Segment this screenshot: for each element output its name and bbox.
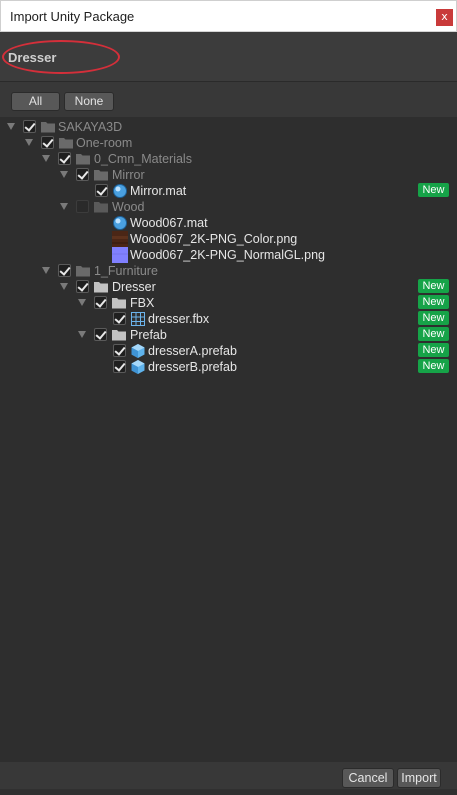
tree-item-label: Dresser [112, 280, 156, 294]
tree-row: Prefab New [0, 327, 457, 343]
folder-icon [93, 199, 109, 215]
normal-map-thumbnail-icon [112, 247, 128, 263]
tree-row: SAKAYA3D [0, 119, 457, 135]
material-sphere-icon [112, 215, 128, 231]
folder-icon [93, 167, 109, 183]
folder-icon [93, 279, 109, 295]
checkbox[interactable] [113, 344, 126, 357]
expand-arrow-icon[interactable] [7, 123, 15, 130]
tree-item-label: dresserA.prefab [148, 344, 237, 358]
tree-item-label: SAKAYA3D [58, 120, 123, 134]
window-title: Import Unity Package [10, 9, 135, 24]
expand-arrow-icon[interactable] [60, 283, 68, 290]
tree-item-label: Prefab [130, 328, 167, 342]
folder-icon [75, 263, 91, 279]
tree-row: One-room [0, 135, 457, 151]
select-all-button[interactable]: All [11, 92, 60, 111]
package-header: Dresser [0, 32, 457, 82]
folder-icon [111, 295, 127, 311]
tree-row: Wood [0, 199, 457, 215]
checkbox[interactable] [58, 152, 71, 165]
checkbox[interactable] [76, 168, 89, 181]
material-sphere-icon [112, 183, 128, 199]
tree-item-label: Wood067_2K-PNG_NormalGL.png [130, 248, 326, 262]
checkbox[interactable] [94, 328, 107, 341]
tree-item-label: dresserB.prefab [148, 360, 237, 374]
folder-icon [40, 119, 56, 135]
tree-item-label: Wood067.mat [130, 216, 208, 230]
checkbox[interactable] [41, 136, 54, 149]
expand-arrow-icon[interactable] [42, 155, 50, 162]
new-badge: New [418, 183, 449, 197]
new-badge: New [418, 359, 449, 373]
checkbox[interactable] [23, 120, 36, 133]
expand-arrow-icon[interactable] [42, 267, 50, 274]
tree-row: dresser.fbx New [0, 311, 457, 327]
folder-icon [58, 135, 74, 151]
checkbox[interactable] [76, 200, 89, 213]
tree-item-label: dresser.fbx [148, 312, 210, 326]
tree-item-label: Wood067_2K-PNG_Color.png [130, 232, 298, 246]
checkbox[interactable] [58, 264, 71, 277]
tree-row: dresserA.prefab New [0, 343, 457, 359]
tree-row: Wood067_2K-PNG_Color.png [0, 231, 457, 247]
import-button[interactable]: Import [397, 768, 441, 788]
new-badge: New [418, 327, 449, 341]
tree-row: Wood067_2K-PNG_NormalGL.png [0, 247, 457, 263]
expand-arrow-icon[interactable] [25, 139, 33, 146]
tree-row: Mirror [0, 167, 457, 183]
tree-item-label: FBX [130, 296, 155, 310]
new-badge: New [418, 295, 449, 309]
tree-item-label: Mirror [112, 168, 145, 182]
tree-item-label: Wood [112, 200, 145, 214]
expand-arrow-icon[interactable] [60, 203, 68, 210]
tree-row: Wood067.mat [0, 215, 457, 231]
tree-item-label: 0_Cmn_Materials [94, 152, 192, 166]
folder-icon [111, 327, 127, 343]
checkbox[interactable] [94, 296, 107, 309]
expand-arrow-icon[interactable] [60, 171, 68, 178]
expand-arrow-icon[interactable] [78, 299, 86, 306]
new-badge: New [418, 343, 449, 357]
tree-item-label: 1_Furniture [94, 264, 158, 278]
selection-toolbar: All None [0, 82, 457, 118]
new-badge: New [418, 311, 449, 325]
package-tree: SAKAYA3D One-room 0_Cmn_Materials Mirror… [0, 117, 457, 762]
model-mesh-icon [130, 311, 146, 327]
checkbox[interactable] [76, 280, 89, 293]
checkbox[interactable] [113, 360, 126, 373]
highlight-ellipse [2, 40, 120, 74]
tree-item-label: Mirror.mat [130, 184, 187, 198]
expand-arrow-icon[interactable] [78, 331, 86, 338]
tree-row: Mirror.mat New [0, 183, 457, 199]
folder-icon [75, 151, 91, 167]
cancel-button[interactable]: Cancel [342, 768, 394, 788]
checkbox[interactable] [113, 312, 126, 325]
texture-thumbnail-icon [112, 231, 128, 247]
checkbox[interactable] [95, 184, 108, 197]
close-button[interactable]: x [436, 9, 453, 26]
new-badge: New [418, 279, 449, 293]
tree-row: FBX New [0, 295, 457, 311]
tree-row: Dresser New [0, 279, 457, 295]
prefab-cube-icon [130, 359, 146, 375]
select-none-button[interactable]: None [64, 92, 114, 111]
title-bar: Import Unity Package x [0, 0, 457, 32]
status-strip [0, 789, 457, 795]
tree-row: 0_Cmn_Materials [0, 151, 457, 167]
tree-row: 1_Furniture [0, 263, 457, 279]
tree-row: dresserB.prefab New [0, 359, 457, 375]
tree-item-label: One-room [76, 136, 133, 150]
prefab-cube-icon [130, 343, 146, 359]
